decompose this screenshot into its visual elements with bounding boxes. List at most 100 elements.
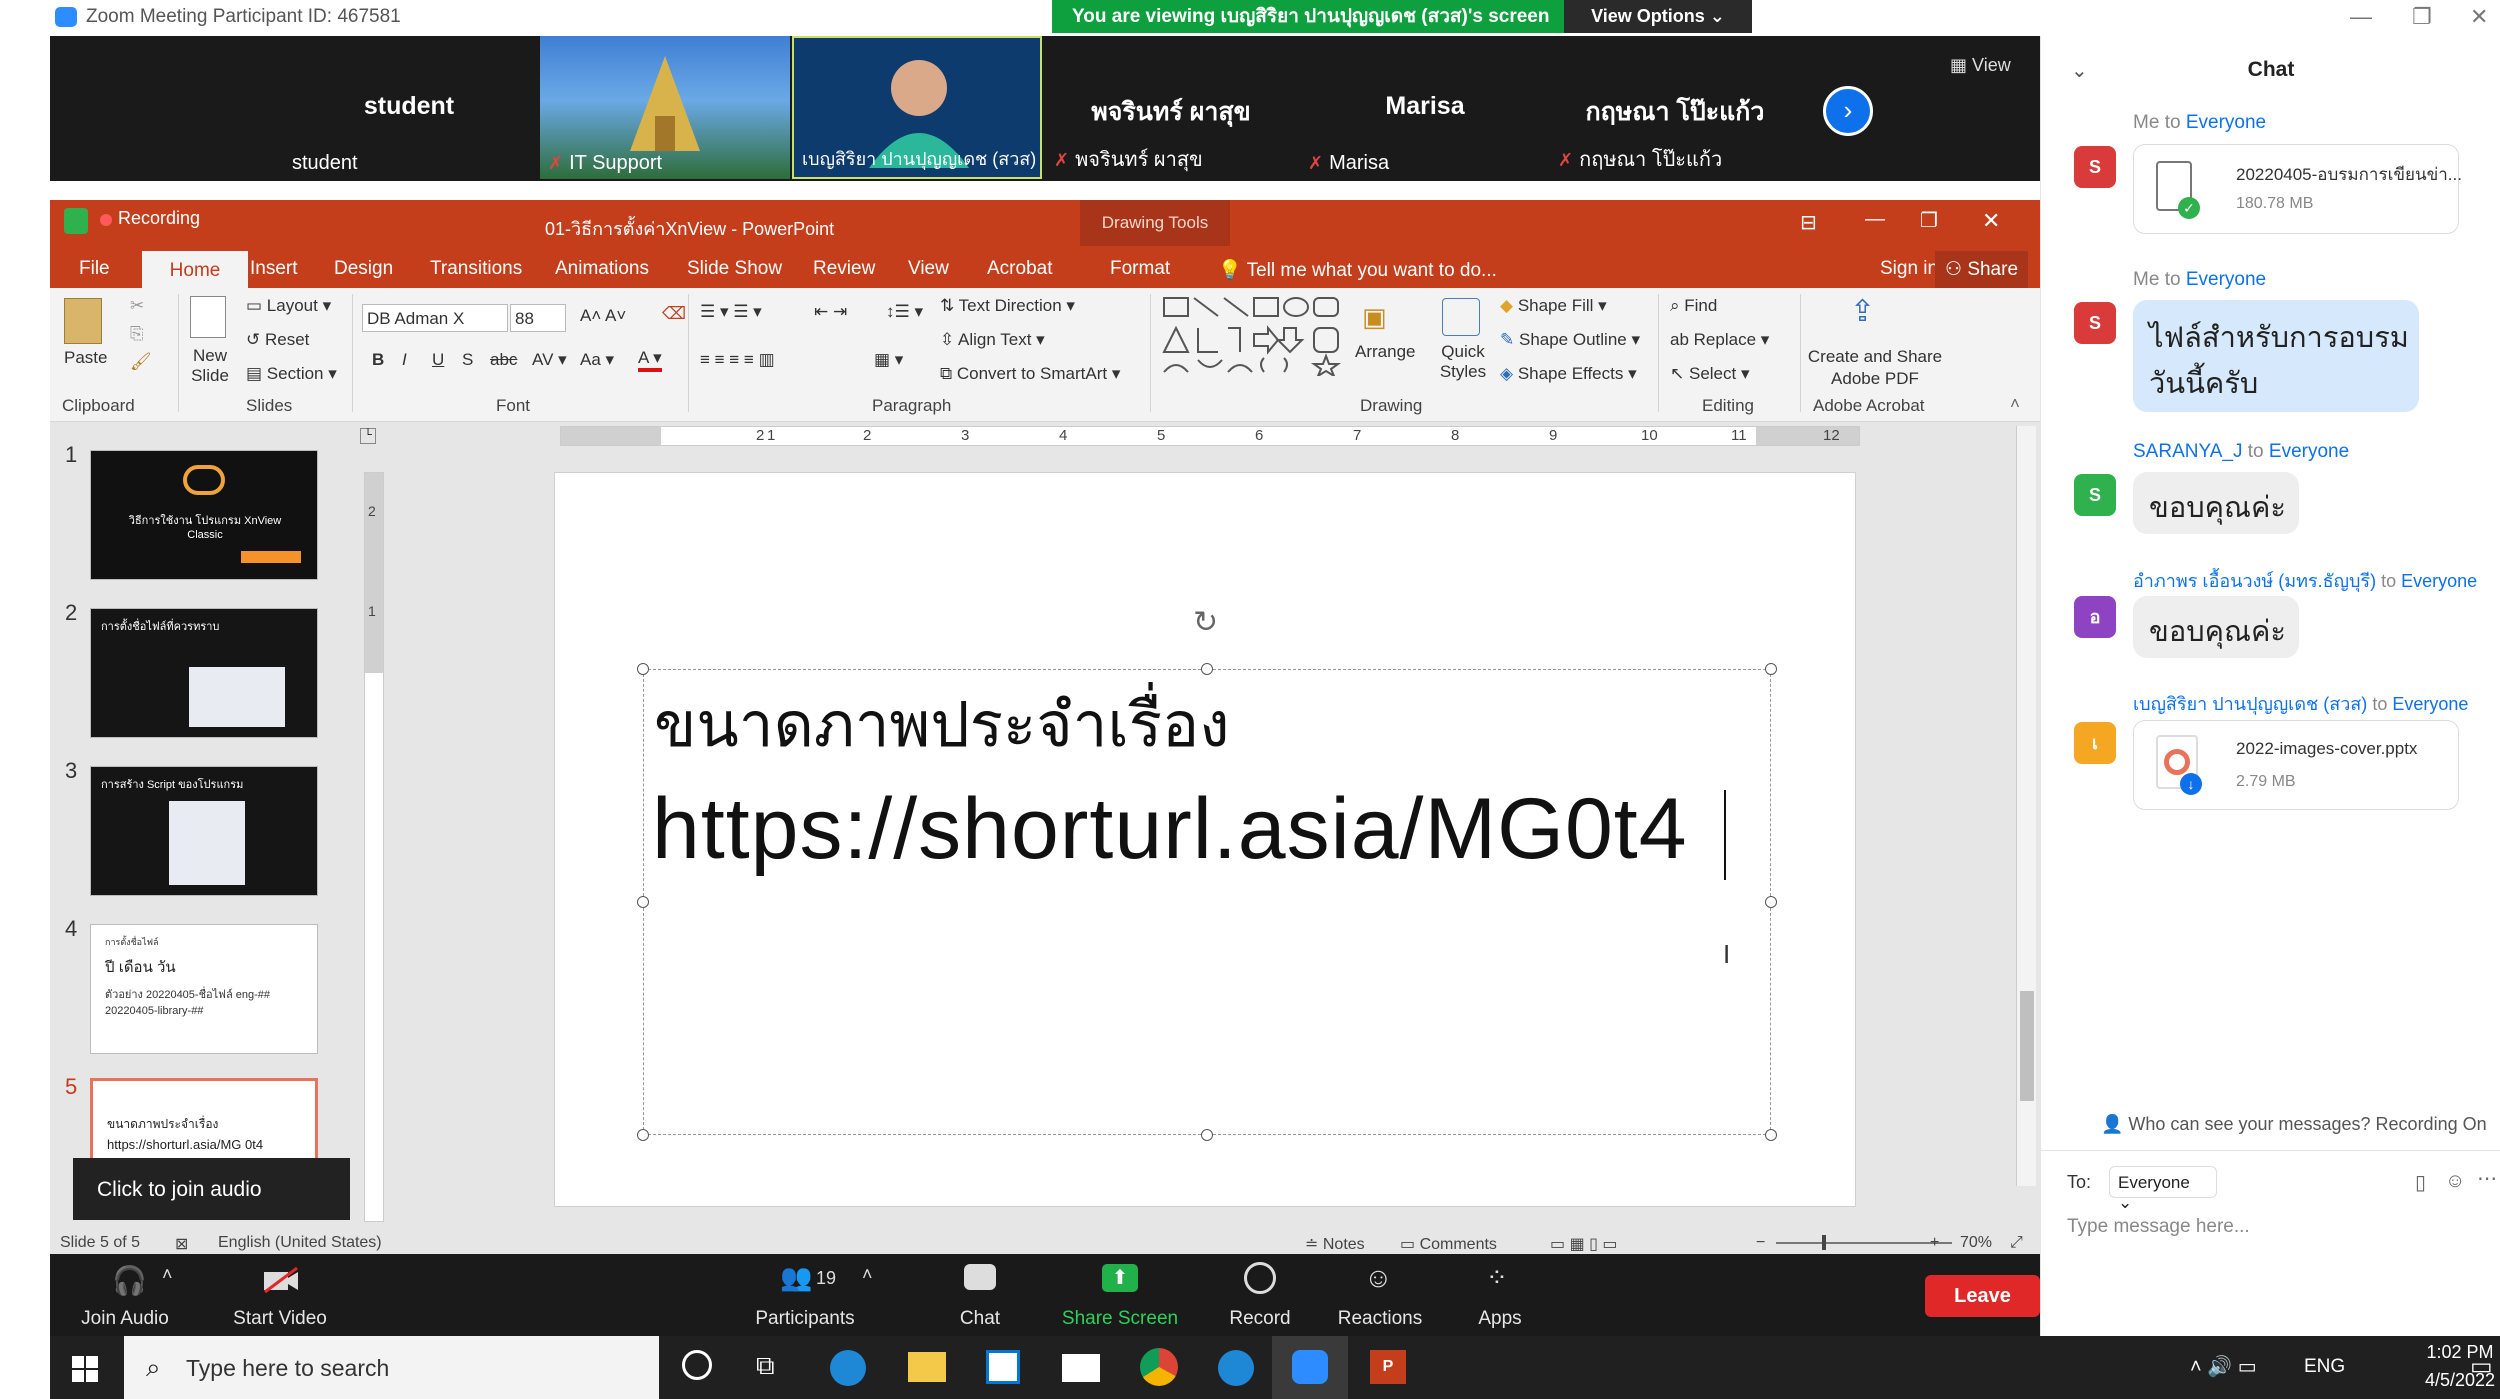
change-case-button[interactable]: Aa ▾ (580, 350, 614, 370)
tile-it-support[interactable]: ✗ IT Support (540, 36, 790, 179)
tab-view[interactable]: View (908, 258, 949, 280)
arrange-button[interactable]: Arrange (1355, 342, 1415, 362)
cortana-icon[interactable] (682, 1350, 712, 1380)
taskbar-search[interactable]: ⌕ Type here to search (124, 1336, 659, 1399)
underline-button[interactable]: U (432, 350, 444, 370)
restore-icon[interactable]: ❐ (2412, 4, 2432, 30)
slide-thumbnail-3[interactable]: การสร้าง Script ของโปรแกรม (90, 766, 318, 896)
share-screen-button[interactable]: ⬆ Share Screen (1050, 1254, 1190, 1336)
chrome-icon[interactable] (1140, 1348, 1178, 1386)
spelling-icon[interactable]: ⊠ (175, 1234, 188, 1254)
privacy-notice[interactable]: 👤 Who can see your messages? Recording O… (2101, 1114, 2487, 1135)
section-button[interactable]: ▤ Section ▾ (246, 364, 337, 384)
tab-design[interactable]: Design (334, 258, 393, 280)
edge-icon[interactable] (1218, 1350, 1254, 1386)
font-name-select[interactable]: DB Adman X (362, 304, 508, 332)
italic-button[interactable]: I (402, 350, 407, 370)
file-explorer-icon[interactable] (908, 1352, 946, 1382)
store-icon[interactable] (986, 1350, 1020, 1384)
comments-button[interactable]: ▭ Comments (1400, 1234, 1497, 1254)
tab-stop-icon[interactable]: └ (360, 428, 376, 444)
columns-icon[interactable]: ▦ ▾ (874, 350, 903, 370)
tile-participant[interactable]: กฤษณา โป๊ะแก้ว ✗ กฤษณา โป๊ะแก้ว (1550, 36, 1800, 179)
font-color-button[interactable]: A ▾ (638, 348, 662, 372)
tab-format[interactable]: Format (1110, 258, 1170, 280)
tile-participant[interactable]: Marisa ✗ Marisa (1300, 36, 1550, 179)
convert-smartart-button[interactable]: ⧉ Convert to SmartArt ▾ (940, 364, 1120, 384)
slide-thumbnail-4[interactable]: การตั้งชื่อไฟล์ ปี เดือน วัน ตัวอย่าง 20… (90, 924, 318, 1054)
zoom-out-button[interactable]: − (1756, 1234, 1765, 1252)
participants-button[interactable]: 👥 19 Participants (730, 1254, 880, 1336)
view-options-button[interactable]: View Options ⌄ (1564, 0, 1752, 33)
replace-button[interactable]: ab Replace ▾ (1670, 330, 1769, 350)
taskbar-active-app[interactable] (1272, 1336, 1348, 1399)
tab-review[interactable]: Review (813, 258, 875, 280)
reactions-button[interactable]: ☺ Reactions (1320, 1254, 1440, 1336)
ribbon-display-icon[interactable]: ⊟ (1800, 210, 1817, 235)
file-upload-icon[interactable]: ▯ (2415, 1170, 2426, 1195)
rotate-handle-icon[interactable]: ↻ (1193, 605, 1218, 640)
file-attachment[interactable]: ↓ 2022-images-cover.pptx 2.79 MB (2133, 720, 2459, 810)
slide-thumbnail-2[interactable]: การตั้งชื่อไฟล์ที่ควรทราบ (90, 608, 318, 738)
message-bubble[interactable]: ขอบคุณค่ะ (2133, 472, 2299, 534)
zoom-slider[interactable] (1776, 1242, 1952, 1244)
align-icons[interactable]: ≡ ≡ ≡ ≡ ▥ (700, 350, 775, 370)
select-button[interactable]: ↖ Select ▾ (1670, 364, 1750, 384)
font-size-select[interactable]: 88 (510, 304, 566, 332)
slide-canvas[interactable]: ขนาดภาพประจำเรื่อง https://shorturl.asia… (554, 472, 1856, 1207)
quick-styles-button[interactable]: Quick Styles (1438, 342, 1488, 382)
edge-icon[interactable] (830, 1350, 866, 1386)
view-buttons[interactable]: ▭ ▦ ▯ ▭ (1550, 1234, 1618, 1254)
zoom-in-button[interactable]: + (1930, 1234, 1939, 1252)
shape-fill-button[interactable]: ◆ Shape Fill ▾ (1500, 296, 1607, 316)
bold-button[interactable]: B (372, 350, 384, 370)
leave-button[interactable]: Leave (1925, 1275, 2040, 1317)
shape-outline-button[interactable]: ✎ Shape Outline ▾ (1500, 330, 1640, 350)
collapse-ribbon-icon[interactable]: ˄ (2010, 394, 2020, 414)
strikethrough-button[interactable]: abc (490, 350, 517, 370)
layout-button[interactable]: ▭ Layout ▾ (246, 296, 331, 316)
recipient-select[interactable]: Everyone ⌄ (2109, 1166, 2217, 1212)
slide-heading[interactable]: ขนาดภาพประจำเรื่อง (654, 676, 1230, 774)
tab-home[interactable]: Home (142, 251, 248, 288)
ppt-close-icon[interactable]: ✕ (1982, 208, 2000, 234)
slide-thumbnail-1[interactable]: วิธีการใช้งาน โปรแกรม XnView Classic (90, 450, 318, 580)
task-view-icon[interactable]: ⧉ (756, 1350, 775, 1382)
gallery-view-button[interactable]: ▦ View (1950, 55, 2011, 76)
char-spacing-button[interactable]: AV ▾ (532, 350, 567, 370)
shadow-button[interactable]: S (462, 350, 473, 370)
language-indicator[interactable]: English (United States) (218, 1234, 382, 1252)
text-direction-button[interactable]: ⇅ Text Direction ▾ (940, 296, 1075, 316)
tab-transitions[interactable]: Transitions (430, 258, 522, 280)
grow-font-icon[interactable]: A˄ A˅ (580, 306, 626, 326)
close-icon[interactable]: ✕ (2470, 4, 2488, 30)
ppt-minimize-icon[interactable]: — (1865, 208, 1885, 231)
resize-handle[interactable] (1765, 1129, 1777, 1141)
apps-button[interactable]: ⁘ Apps (1450, 1254, 1550, 1336)
input-language[interactable]: ENG (2304, 1356, 2345, 1378)
resize-handle[interactable] (637, 896, 649, 908)
resize-handle[interactable] (1201, 663, 1213, 675)
share-button[interactable]: ⚇ Share (1935, 251, 2029, 288)
powerpoint-app-icon[interactable]: P (1370, 1350, 1406, 1384)
tell-me-search[interactable]: 💡 Tell me what you want to do... (1218, 258, 1497, 282)
system-tray-icons[interactable]: ˄ 🔊 ▭ (2190, 1354, 2257, 1379)
tab-file[interactable]: File (79, 258, 110, 280)
windows-start-icon[interactable] (72, 1356, 98, 1382)
clear-formatting-icon[interactable]: ⌫ (662, 304, 686, 324)
shape-effects-button[interactable]: ◈ Shape Effects ▾ (1500, 364, 1637, 384)
line-spacing-icon[interactable]: ↕☰ ▾ (886, 302, 923, 322)
tab-slide-show[interactable]: Slide Show (687, 258, 782, 280)
resize-handle[interactable] (637, 1129, 649, 1141)
copy-icon[interactable]: ⎘ (130, 324, 144, 344)
mail-icon[interactable] (1062, 1354, 1100, 1382)
notes-button[interactable]: ≐ Notes (1305, 1234, 1365, 1254)
find-button[interactable]: ⌕ Find (1670, 296, 1717, 316)
bullets-icon[interactable]: ☰ ▾ ☰ ▾ (700, 302, 762, 322)
chat-button[interactable]: Chat (930, 1254, 1030, 1336)
tab-animations[interactable]: Animations (555, 258, 649, 280)
download-icon[interactable]: ↓ (2180, 773, 2202, 795)
tab-insert[interactable]: Insert (250, 258, 298, 280)
tab-acrobat[interactable]: Acrobat (987, 258, 1052, 280)
gallery-next-button[interactable]: › (1823, 86, 1873, 136)
